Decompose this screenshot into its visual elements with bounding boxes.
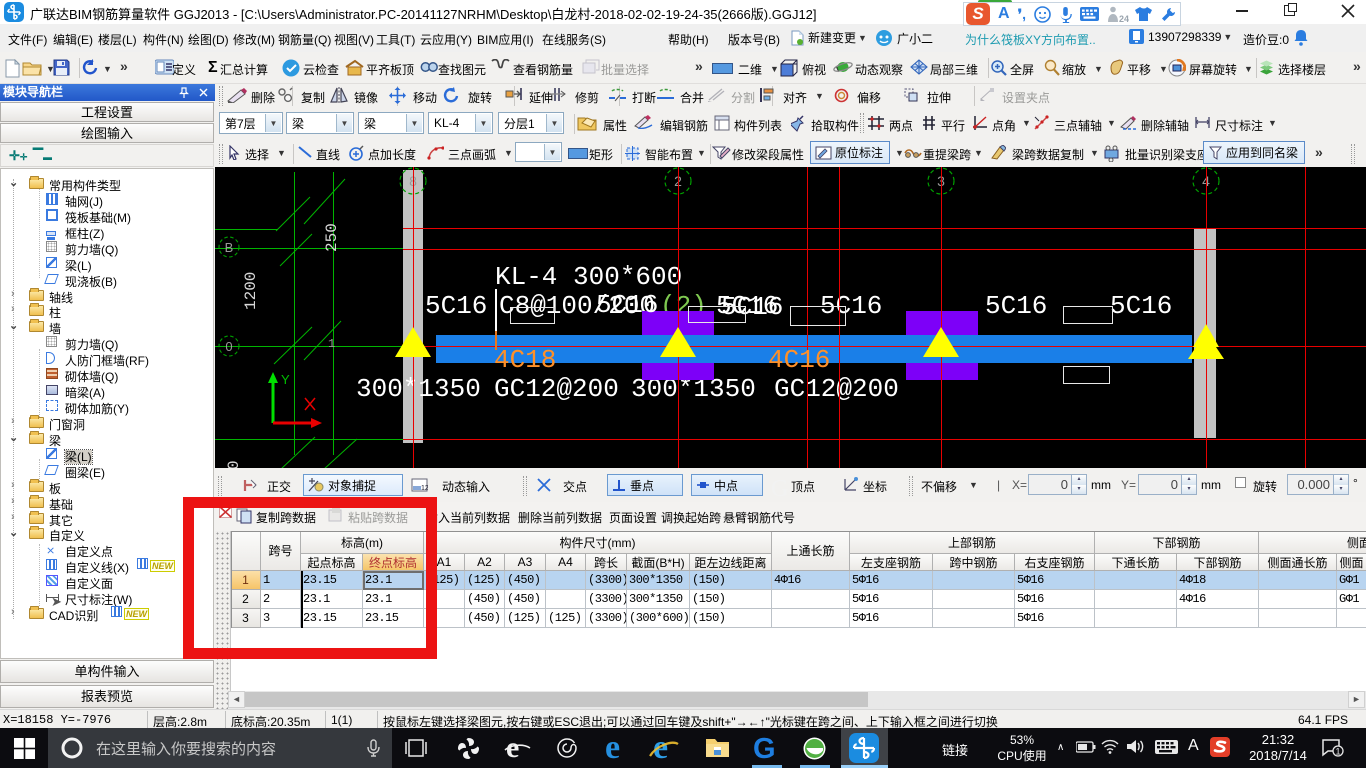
svg-text:1: 1 [1335,747,1340,757]
svg-text:Y: Y [281,372,290,387]
svg-text:12: 12 [421,485,428,492]
